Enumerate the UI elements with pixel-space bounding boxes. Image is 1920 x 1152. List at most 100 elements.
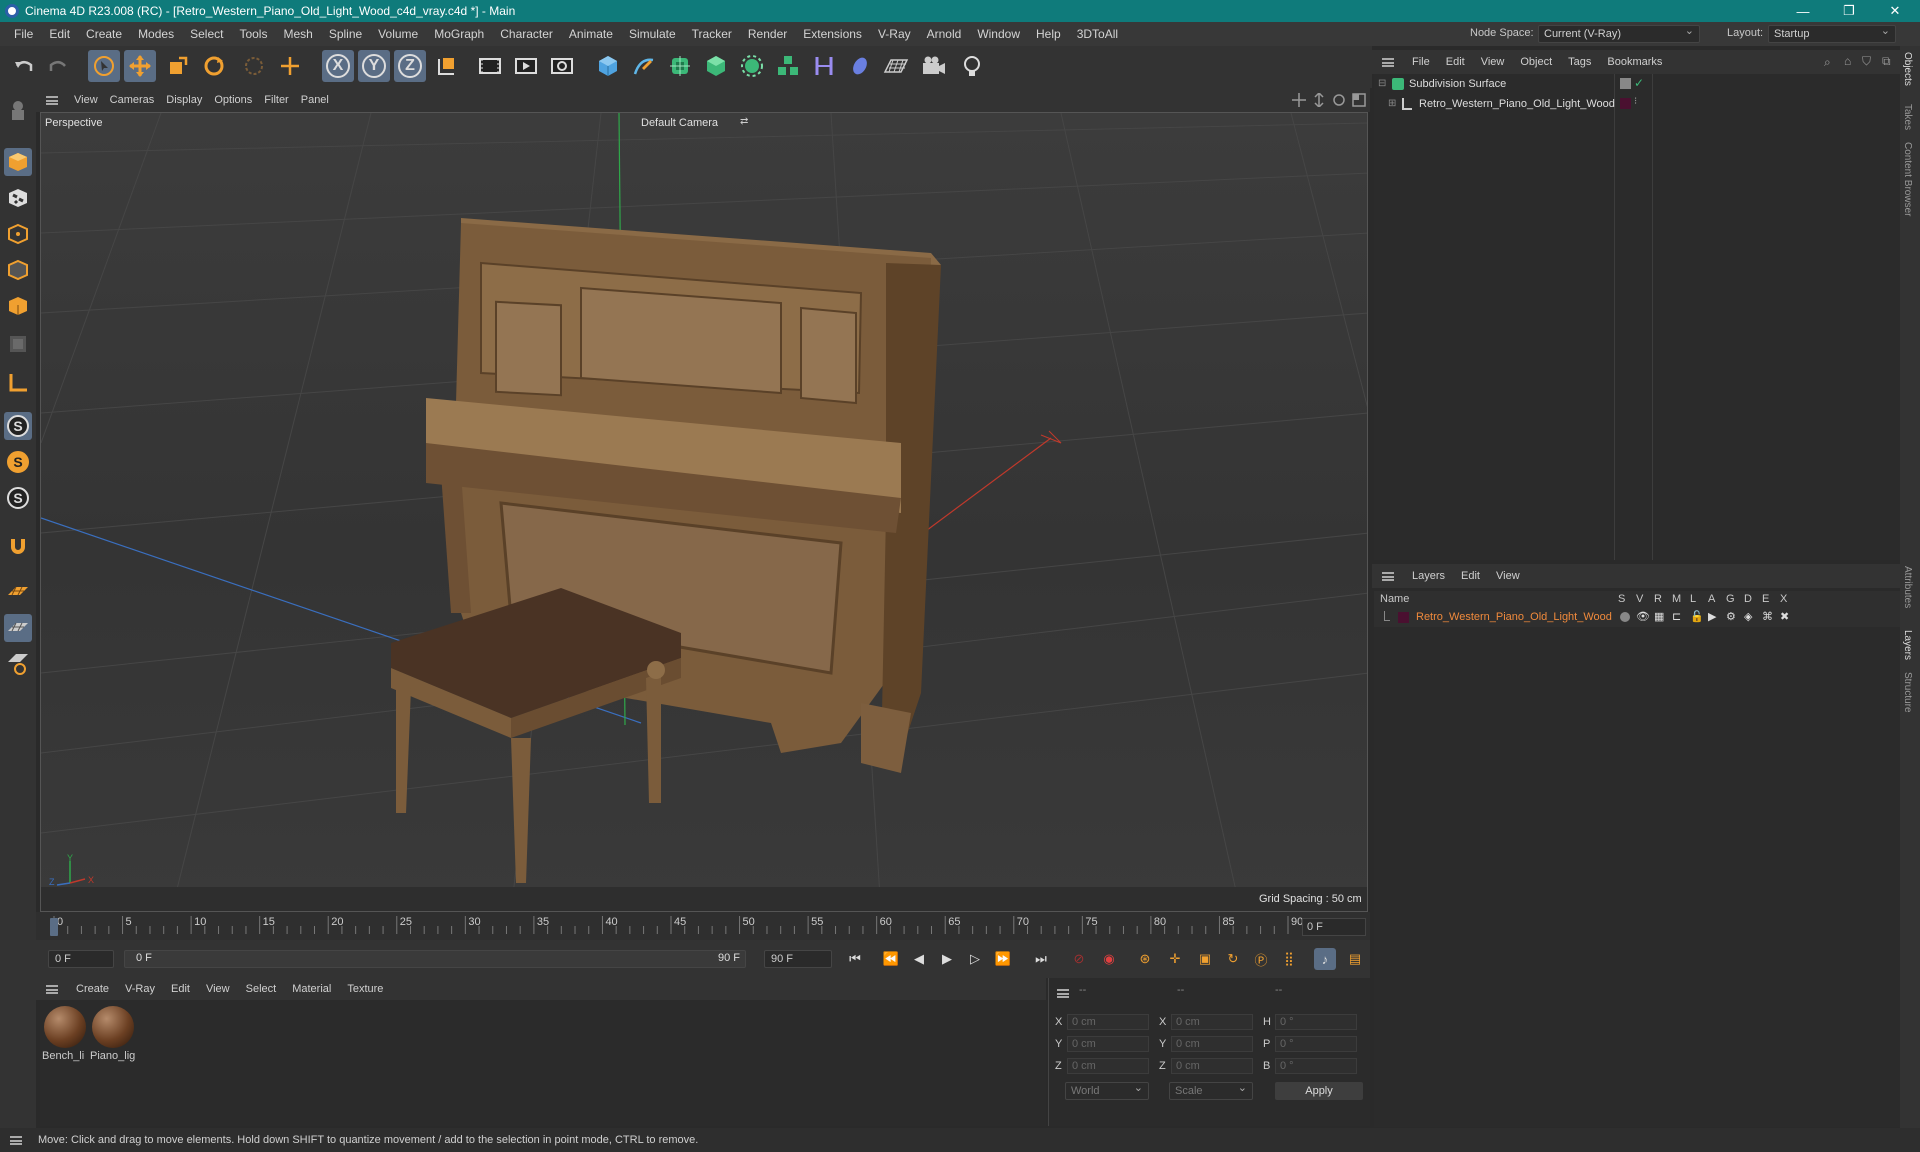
menu-modes[interactable]: Modes <box>130 22 182 46</box>
axis-mode-icon[interactable] <box>4 368 32 396</box>
enabled-check-icon[interactable]: ✓ <box>1634 76 1644 90</box>
grid-workplane-icon[interactable] <box>4 614 32 642</box>
viewport-menu-filter[interactable]: Filter <box>258 94 294 106</box>
current-frame-field[interactable]: 0 F <box>1302 918 1366 936</box>
render-view-icon[interactable] <box>510 50 542 82</box>
tab-takes[interactable]: Takes <box>1902 104 1913 130</box>
tab-objects[interactable]: Objects <box>1902 52 1913 86</box>
menu-select[interactable]: Select <box>182 22 231 46</box>
viewport-menu-view[interactable]: View <box>68 94 104 106</box>
menu-tools[interactable]: Tools <box>231 22 275 46</box>
material-swatch[interactable]: Bench_li <box>42 1004 88 1064</box>
material-menu-create[interactable]: Create <box>68 983 117 995</box>
record-active-icon[interactable]: ⊘ <box>1068 948 1090 970</box>
menu-file[interactable]: File <box>6 22 41 46</box>
object-row[interactable]: ⊞ Retro_Western_Piano_Old_Light_Wood ⁝ <box>1374 96 1900 114</box>
rotation-p-field[interactable]: 0 ° <box>1275 1036 1357 1052</box>
deformer-icon[interactable] <box>808 50 840 82</box>
autokey-icon[interactable]: ◉ <box>1098 948 1120 970</box>
pen-spline-icon[interactable] <box>628 50 660 82</box>
size-mode-select[interactable]: Scale <box>1169 1080 1253 1100</box>
objects-menu-file[interactable]: File <box>1404 56 1438 68</box>
menu-tracker[interactable]: Tracker <box>684 22 740 46</box>
menu-window[interactable]: Window <box>969 22 1028 46</box>
rotation-b-field[interactable]: 0 ° <box>1275 1058 1357 1074</box>
viewport-nav-zoom-icon[interactable] <box>1312 91 1326 110</box>
layers-menu-layers[interactable]: Layers <box>1404 570 1453 582</box>
menu-edit[interactable]: Edit <box>41 22 78 46</box>
animation-icon[interactable]: ▶ <box>1708 610 1716 623</box>
menu-character[interactable]: Character <box>492 22 561 46</box>
move-tool-icon[interactable] <box>124 50 156 82</box>
snap-icon[interactable]: S <box>4 412 32 440</box>
next-frame-icon[interactable]: ▷ <box>964 948 986 970</box>
material-menu-icon[interactable] <box>46 984 58 994</box>
object-row[interactable]: ⊟ Subdivision Surface ✓ <box>1374 76 1900 94</box>
tab-attributes[interactable]: Attributes <box>1902 566 1913 608</box>
redo-icon[interactable] <box>42 50 74 82</box>
collapse-icon[interactable]: ⊟ <box>1378 78 1386 89</box>
cloner-icon[interactable] <box>736 50 768 82</box>
search-icon[interactable]: ⌕ <box>1824 55 1831 70</box>
viewport-menu-display[interactable]: Display <box>160 94 208 106</box>
menu-render[interactable]: Render <box>740 22 795 46</box>
floor-icon[interactable] <box>880 50 912 82</box>
render-settings-icon[interactable] <box>546 50 578 82</box>
menu-mograph[interactable]: MoGraph <box>426 22 492 46</box>
menu-vray[interactable]: V-Ray <box>870 22 919 46</box>
points-mode-icon[interactable] <box>4 220 32 248</box>
expand-icon[interactable]: ⊞ <box>1388 98 1396 109</box>
select-tool-icon[interactable] <box>88 50 120 82</box>
coordinates-menu-icon[interactable] <box>1057 989 1069 998</box>
coordinate-mode-select[interactable]: World <box>1065 1080 1149 1100</box>
viewport-nav-rotate-icon[interactable] <box>1332 93 1346 110</box>
layer-row[interactable]: Retro_Western_Piano_Old_Light_Wood 👁 ▦ ⊏… <box>1374 609 1900 627</box>
3d-viewport[interactable]: Perspective Default Camera ⇄ Grid Spacin… <box>40 112 1368 912</box>
undo-icon[interactable] <box>8 50 40 82</box>
manager-icon[interactable]: ⊏ <box>1672 610 1681 623</box>
key-pla-icon[interactable]: ⣿ <box>1278 948 1300 970</box>
size-x-field[interactable]: 0 cm <box>1171 1014 1253 1030</box>
x-axis-lock-icon[interactable]: X <box>322 50 354 82</box>
key-parameter-icon[interactable]: Ⓟ <box>1250 948 1272 970</box>
viewport-menu-cameras[interactable]: Cameras <box>104 94 161 106</box>
objects-menu-icon[interactable] <box>1382 57 1394 67</box>
edges-mode-icon[interactable] <box>4 256 32 284</box>
objects-menu-object[interactable]: Object <box>1512 56 1560 68</box>
rotation-h-field[interactable]: 0 ° <box>1275 1014 1357 1030</box>
menu-mesh[interactable]: Mesh <box>275 22 320 46</box>
subdivision-surface-icon[interactable] <box>664 50 696 82</box>
timeline-ruler[interactable]: 0 5 10 15 20 25 30 35 40 45 50 55 60 65 70 75 80 85 90 0 F <box>36 912 1370 940</box>
scale-tool-icon[interactable] <box>162 50 194 82</box>
menu-simulate[interactable]: Simulate <box>621 22 684 46</box>
magnet-tool-icon[interactable] <box>4 532 32 560</box>
position-x-field[interactable]: 0 cm <box>1067 1014 1149 1030</box>
material-menu-vray[interactable]: V-Ray <box>117 983 163 995</box>
render-icon[interactable]: ▦ <box>1654 610 1664 623</box>
previous-key-icon[interactable]: ⏪ <box>880 948 902 970</box>
material-menu-select[interactable]: Select <box>238 983 285 995</box>
z-axis-lock-icon[interactable]: Z <box>394 50 426 82</box>
position-z-field[interactable]: 0 cm <box>1067 1058 1149 1074</box>
y-axis-lock-icon[interactable]: Y <box>358 50 390 82</box>
deformers-icon[interactable]: ◈ <box>1744 610 1752 623</box>
render-region-icon[interactable] <box>474 50 506 82</box>
next-key-icon[interactable]: ⏩ <box>992 948 1014 970</box>
visibility-dots-icon[interactable] <box>1620 78 1631 89</box>
recent-tool-icon[interactable] <box>238 50 270 82</box>
viewport-maximize-icon[interactable] <box>1352 93 1366 110</box>
apply-button[interactable]: Apply <box>1275 1082 1363 1100</box>
play-icon[interactable]: ▶ <box>936 948 958 970</box>
material-menu-material[interactable]: Material <box>284 983 339 995</box>
menu-help[interactable]: Help <box>1028 22 1069 46</box>
material-menu-view[interactable]: View <box>198 983 238 995</box>
viewport-menu-icon[interactable] <box>46 95 58 105</box>
camera-icon[interactable] <box>918 50 950 82</box>
size-z-field[interactable]: 0 cm <box>1171 1058 1253 1074</box>
xref-icon[interactable]: ✖ <box>1780 610 1789 623</box>
visibility-dots-icon[interactable]: ⁝ <box>1634 96 1637 107</box>
end-frame-field[interactable]: 90 F <box>764 950 832 968</box>
position-y-field[interactable]: 0 cm <box>1067 1036 1149 1052</box>
workplane-icon[interactable] <box>4 578 32 606</box>
size-y-field[interactable]: 0 cm <box>1171 1036 1253 1052</box>
